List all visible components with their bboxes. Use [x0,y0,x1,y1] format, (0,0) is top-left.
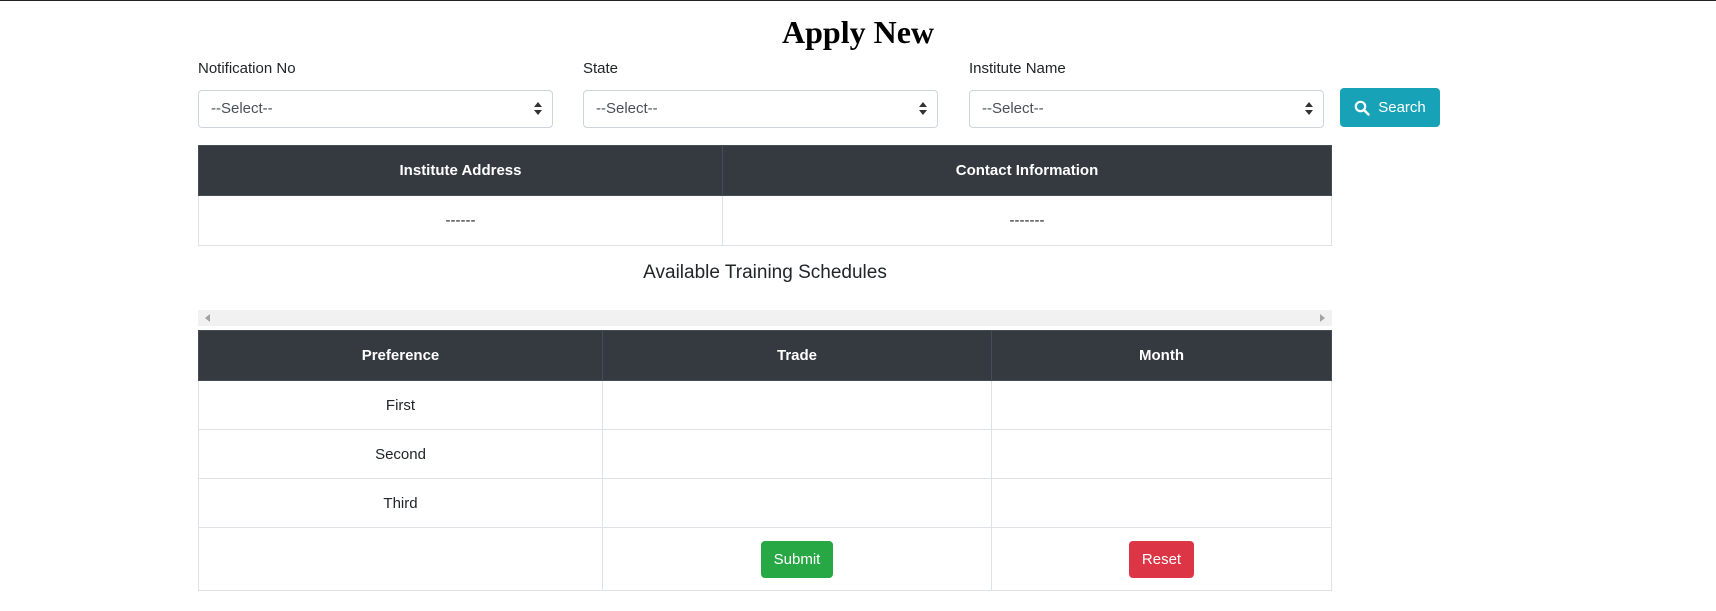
preference-cell: Third [198,478,603,528]
institute-field: Institute Name --Select-- [969,58,1324,128]
notification-select[interactable]: --Select-- [198,90,553,128]
scroll-right-icon[interactable] [1320,314,1325,322]
institute-info-table: Institute Address Contact Information --… [198,145,1332,246]
notification-select-value: --Select-- [211,100,273,117]
institute-label: Institute Name [969,60,1066,77]
notification-field: Notification No --Select-- [198,58,553,128]
page-title: Apply New [781,14,934,50]
preference-cell: Second [198,429,603,479]
action-row: Submit Reset [198,527,1332,591]
trade-cell[interactable] [602,380,992,430]
horizontal-scrollbar[interactable] [198,310,1332,326]
state-label: State [583,60,619,77]
trade-cell[interactable] [602,478,992,528]
month-cell[interactable] [991,429,1332,479]
state-field: State --Select-- [583,58,938,128]
preference-cell: First [198,380,603,430]
header-preference: Preference [198,330,603,381]
submit-cell: Submit [602,527,992,591]
contact-information-value: ------- [722,195,1332,246]
schedules-table: Preference Trade Month First Second Thir… [198,330,1332,591]
table-row: ------ ------- [198,195,1332,246]
header-contact-information: Contact Information [722,145,1332,196]
submit-button[interactable]: Submit [760,540,834,578]
table-row: Second [198,429,1332,479]
table-row: Third [198,478,1332,528]
table-header-row: Preference Trade Month [198,330,1332,381]
search-button-label: Search [1378,99,1426,116]
institute-select-value: --Select-- [982,100,1044,117]
header-month: Month [991,330,1332,381]
trade-cell[interactable] [602,429,992,479]
search-button[interactable]: Search [1340,88,1440,127]
table-row: First [198,380,1332,430]
schedules-heading: Available Training Schedules [643,262,887,283]
institute-address-value: ------ [198,195,723,246]
select-arrows-icon [534,102,542,116]
empty-cell [198,527,603,591]
reset-cell: Reset [991,527,1332,591]
filter-row: Notification No --Select-- State --Selec… [198,58,1498,138]
header-trade: Trade [602,330,992,381]
month-cell[interactable] [991,380,1332,430]
state-select[interactable]: --Select-- [583,90,938,128]
month-cell[interactable] [991,478,1332,528]
scroll-left-icon[interactable] [205,314,210,322]
select-arrows-icon [919,102,927,116]
state-select-value: --Select-- [596,100,658,117]
table-header-row: Institute Address Contact Information [198,145,1332,196]
reset-button[interactable]: Reset [1128,540,1195,578]
select-arrows-icon [1305,102,1313,116]
header-institute-address: Institute Address [198,145,723,196]
institute-select[interactable]: --Select-- [969,90,1324,128]
notification-label: Notification No [198,60,296,77]
search-icon [1354,100,1370,116]
top-border [0,0,1716,1]
